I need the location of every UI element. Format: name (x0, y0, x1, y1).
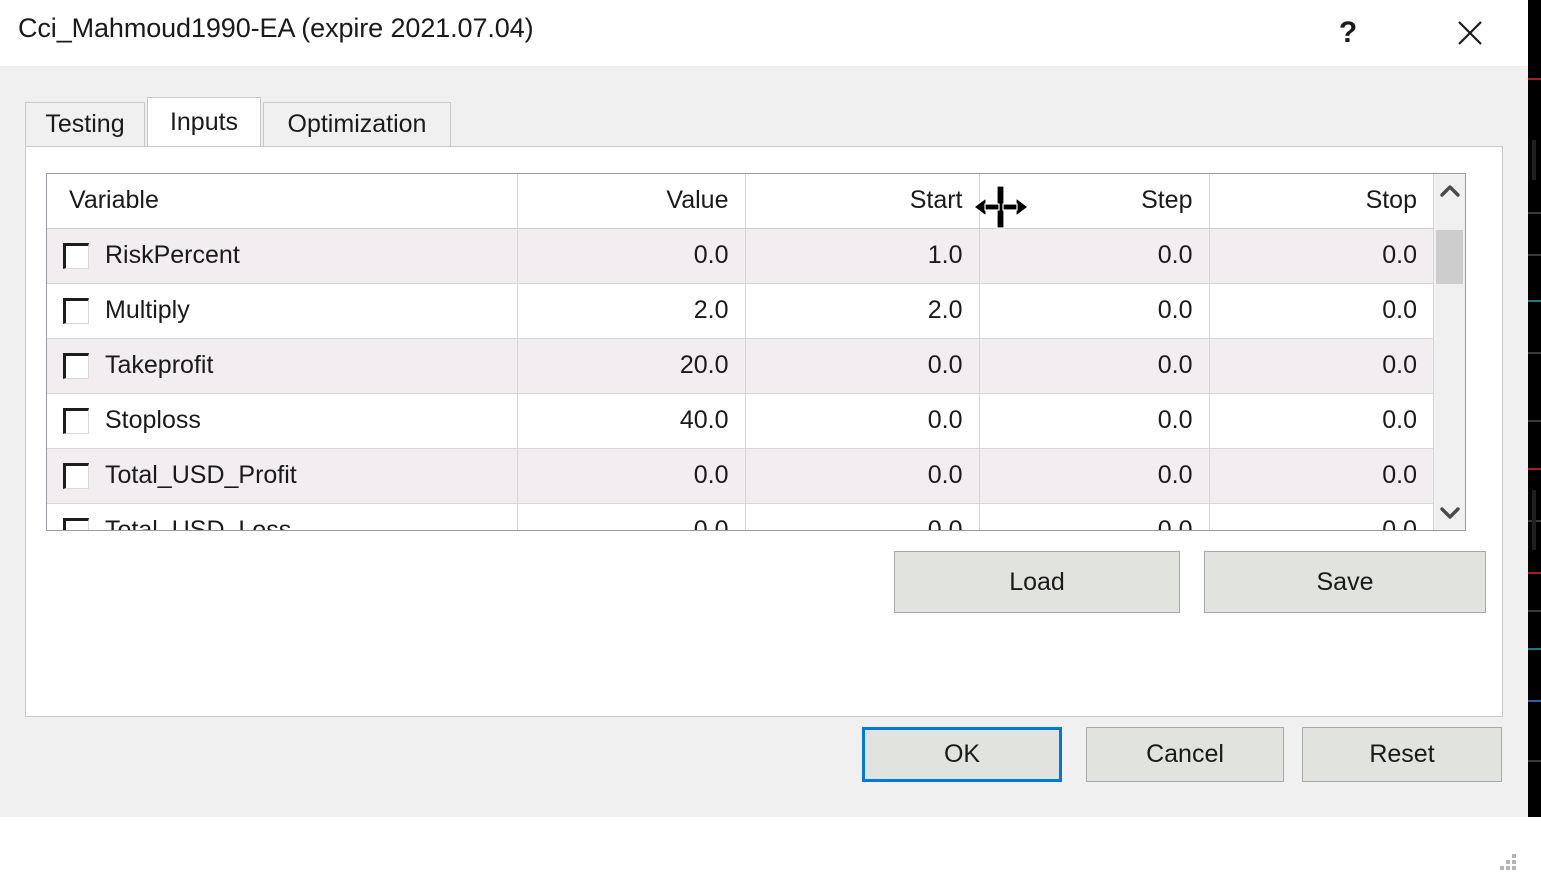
parameter-table-body: RiskPercent 0.0 1.0 0.0 0.0 (47, 228, 1433, 530)
column-header-step[interactable]: Step (979, 174, 1209, 228)
column-header-value[interactable]: Value (517, 174, 745, 228)
cancel-button[interactable]: Cancel (1086, 727, 1284, 782)
scrollbar-thumb[interactable] (1436, 230, 1463, 284)
row-variable-label: Takeprofit (105, 353, 213, 378)
row-optimize-checkbox[interactable] (63, 463, 89, 489)
row-stop-cell[interactable]: 0.0 (1209, 228, 1433, 283)
row-optimize-checkbox[interactable] (63, 353, 89, 379)
row-step-cell[interactable]: 0.0 (979, 503, 1209, 530)
row-step-cell[interactable]: 0.0 (979, 228, 1209, 283)
row-start-cell[interactable]: 2.0 (745, 283, 979, 338)
tab-optimization[interactable]: Optimization (263, 102, 451, 146)
tab-inputs[interactable]: Inputs (147, 97, 261, 146)
row-variable-label: Stoploss (105, 408, 201, 433)
scroll-up-button[interactable] (1434, 174, 1465, 208)
ea-properties-dialog: Cci_Mahmoud1990-EA (expire 2021.07.04) ?… (0, 0, 1528, 817)
row-variable-cell[interactable]: Multiply (47, 283, 517, 338)
reset-button-label: Reset (1369, 740, 1434, 769)
row-value-cell[interactable]: 20.0 (517, 338, 745, 393)
row-optimize-checkbox[interactable] (63, 298, 89, 324)
row-value-cell[interactable]: 2.0 (517, 283, 745, 338)
row-start-cell[interactable]: 0.0 (745, 338, 979, 393)
parameter-table: Variable Value Start Step Stop (47, 174, 1433, 530)
table-row[interactable]: Stoploss 40.0 0.0 0.0 0.0 (47, 393, 1433, 448)
row-optimize-checkbox[interactable] (63, 518, 89, 531)
row-stop-cell[interactable]: 0.0 (1209, 393, 1433, 448)
save-button[interactable]: Save (1204, 551, 1486, 613)
dialog-client-area: Testing Inputs Optimization (0, 66, 1528, 817)
row-variable-cell[interactable]: Total_USD_Loss (47, 503, 517, 530)
column-header-start[interactable]: Start (745, 174, 979, 228)
parameter-grid-scroll-viewport: Variable Value Start Step Stop (47, 174, 1433, 530)
dialog-title: Cci_Mahmoud1990-EA (expire 2021.07.04) (18, 13, 534, 44)
row-start-cell[interactable]: 0.0 (745, 448, 979, 503)
row-stop-cell[interactable]: 0.0 (1209, 503, 1433, 530)
background-chart-sliver (1528, 0, 1541, 817)
tab-testing-label: Testing (45, 110, 124, 139)
load-button-label: Load (1009, 568, 1065, 597)
inputs-tab-panel: Variable Value Start Step Stop (25, 146, 1503, 717)
row-step-cell[interactable]: 0.0 (979, 393, 1209, 448)
ok-button[interactable]: OK (862, 727, 1062, 782)
help-button[interactable]: ? (1314, 0, 1382, 66)
tab-testing[interactable]: Testing (25, 102, 145, 146)
dialog-titlebar: Cci_Mahmoud1990-EA (expire 2021.07.04) ? (0, 0, 1528, 66)
row-variable-label: Multiply (105, 298, 190, 323)
row-variable-label: Total_USD_Loss (105, 518, 291, 530)
tab-optimization-label: Optimization (288, 110, 427, 139)
table-row[interactable]: Multiply 2.0 2.0 0.0 0.0 (47, 283, 1433, 338)
table-header-row: Variable Value Start Step Stop (47, 174, 1433, 228)
row-step-cell[interactable]: 0.0 (979, 448, 1209, 503)
row-variable-cell[interactable]: Stoploss (47, 393, 517, 448)
row-start-cell[interactable]: 0.0 (745, 503, 979, 530)
cancel-button-label: Cancel (1146, 740, 1224, 769)
row-step-cell[interactable]: 0.0 (979, 283, 1209, 338)
row-step-cell[interactable]: 0.0 (979, 338, 1209, 393)
column-header-stop[interactable]: Stop (1209, 174, 1433, 228)
row-variable-cell[interactable]: RiskPercent (47, 228, 517, 283)
row-value-cell[interactable]: 0.0 (517, 448, 745, 503)
row-stop-cell[interactable]: 0.0 (1209, 338, 1433, 393)
table-row[interactable]: RiskPercent 0.0 1.0 0.0 0.0 (47, 228, 1433, 283)
row-value-cell[interactable]: 0.0 (517, 228, 745, 283)
tab-inputs-label: Inputs (170, 108, 238, 137)
row-stop-cell[interactable]: 0.0 (1209, 448, 1433, 503)
row-start-cell[interactable]: 0.0 (745, 393, 979, 448)
ok-button-label: OK (944, 740, 980, 769)
save-button-label: Save (1317, 568, 1374, 597)
row-variable-label: Total_USD_Profit (105, 463, 297, 488)
column-header-variable[interactable]: Variable (47, 174, 517, 228)
table-row[interactable]: Total_USD_Profit 0.0 0.0 0.0 0.0 (47, 448, 1433, 503)
scroll-down-button[interactable] (1434, 496, 1465, 530)
row-variable-label: RiskPercent (105, 243, 240, 268)
close-button[interactable] (1436, 0, 1504, 66)
row-value-cell[interactable]: 40.0 (517, 393, 745, 448)
row-variable-cell[interactable]: Total_USD_Profit (47, 448, 517, 503)
parameter-grid: Variable Value Start Step Stop (46, 173, 1466, 531)
chevron-up-icon (1439, 184, 1461, 198)
row-optimize-checkbox[interactable] (63, 243, 89, 269)
resize-grip[interactable] (1496, 852, 1518, 874)
row-variable-cell[interactable]: Takeprofit (47, 338, 517, 393)
close-icon (1455, 18, 1485, 48)
row-stop-cell[interactable]: 0.0 (1209, 283, 1433, 338)
load-button[interactable]: Load (894, 551, 1180, 613)
row-start-cell[interactable]: 1.0 (745, 228, 979, 283)
reset-button[interactable]: Reset (1302, 727, 1502, 782)
row-optimize-checkbox[interactable] (63, 408, 89, 434)
table-row[interactable]: Takeprofit 20.0 0.0 0.0 0.0 (47, 338, 1433, 393)
row-value-cell[interactable]: 0.0 (517, 503, 745, 530)
table-row[interactable]: Total_USD_Loss 0.0 0.0 0.0 0.0 (47, 503, 1433, 530)
grid-vertical-scrollbar[interactable] (1433, 174, 1465, 530)
chevron-down-icon (1439, 506, 1461, 520)
question-mark-icon: ? (1339, 18, 1357, 48)
